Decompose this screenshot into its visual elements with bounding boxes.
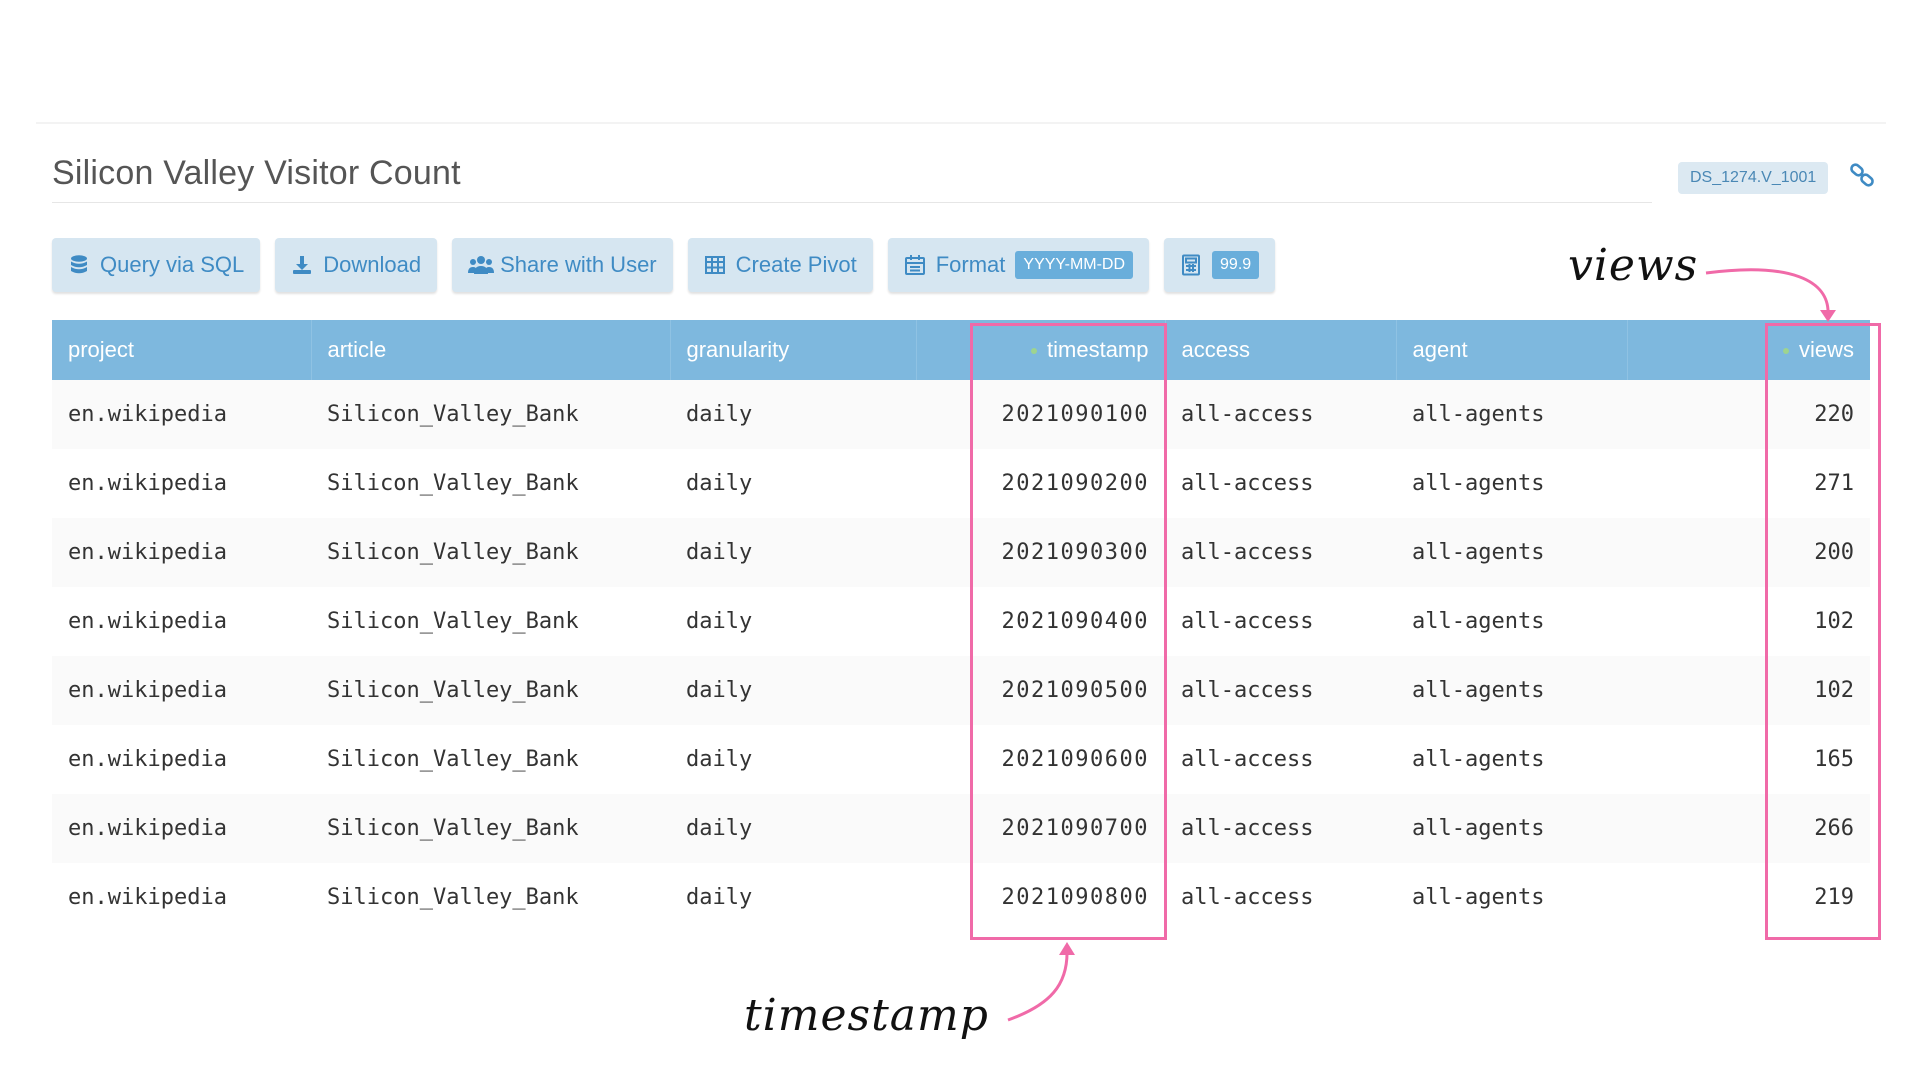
annotation-arrows (1007, 268, 1836, 1022)
timestamp-arrowhead (1059, 942, 1075, 955)
timestamp-arrow (1007, 949, 1069, 1022)
views-annotation: views (1568, 240, 1699, 291)
views-arrowhead (1820, 310, 1836, 322)
views-arrow (1705, 268, 1830, 316)
timestamp-annotation: timestamp (744, 990, 989, 1041)
